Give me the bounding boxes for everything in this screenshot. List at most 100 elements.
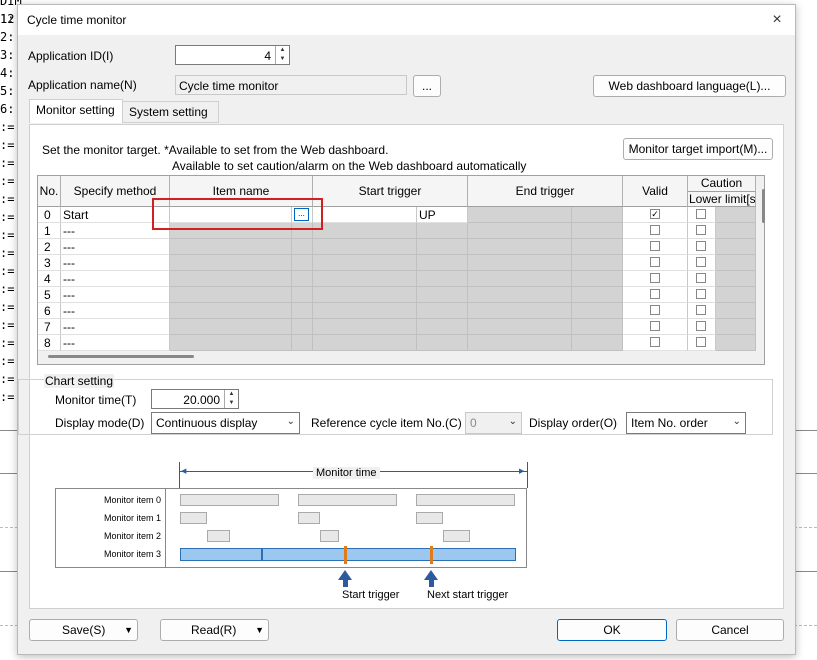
caution-checkbox[interactable]	[696, 321, 706, 331]
row-start-trigger-type[interactable]	[417, 223, 468, 239]
row-end-trigger[interactable]	[468, 335, 572, 351]
row-end-trigger[interactable]	[468, 255, 572, 271]
row-valid[interactable]	[623, 223, 688, 239]
row-caution[interactable]	[688, 207, 716, 223]
valid-checkbox[interactable]	[650, 273, 660, 283]
monitor-target-import-button[interactable]: Monitor target import(M)...	[623, 138, 773, 160]
row-start-trigger[interactable]	[313, 319, 417, 335]
close-icon[interactable]: ×	[767, 10, 787, 30]
horizontal-scrollbar[interactable]	[48, 355, 194, 358]
row-start-trigger[interactable]	[313, 223, 417, 239]
row-specify-method[interactable]: ---	[61, 287, 170, 303]
row-item-name-browse[interactable]	[292, 287, 313, 303]
caution-checkbox[interactable]	[696, 305, 706, 315]
row-specify-method[interactable]: ---	[61, 319, 170, 335]
row-valid[interactable]	[623, 239, 688, 255]
row-item-name-browse[interactable]	[292, 271, 313, 287]
row-lower-limit[interactable]	[716, 303, 756, 319]
row-item-name[interactable]	[170, 255, 292, 271]
row-item-name-browse[interactable]	[292, 335, 313, 351]
row-end-trigger[interactable]	[572, 303, 623, 319]
valid-checkbox[interactable]	[650, 337, 660, 347]
row-end-trigger[interactable]	[572, 287, 623, 303]
row-specify-method[interactable]: ---	[61, 271, 170, 287]
row-end-trigger[interactable]	[468, 223, 572, 239]
app-name-browse-button[interactable]: ...	[413, 75, 441, 97]
valid-checkbox[interactable]	[650, 225, 660, 235]
row-start-trigger-type[interactable]: UP	[417, 207, 468, 223]
row-end-trigger[interactable]	[572, 239, 623, 255]
row-caution[interactable]	[688, 255, 716, 271]
row-no[interactable]: 5	[38, 287, 61, 303]
dropdown-arrow-icon[interactable]: ▼	[124, 620, 133, 640]
row-no[interactable]: 7	[38, 319, 61, 335]
row-lower-limit[interactable]	[716, 255, 756, 271]
valid-checkbox[interactable]: ✓	[650, 209, 660, 219]
tab-monitor-setting[interactable]: Monitor setting	[29, 99, 123, 123]
row-valid[interactable]	[623, 335, 688, 351]
save-button[interactable]: Save(S) ▼	[29, 619, 138, 641]
row-start-trigger[interactable]	[313, 271, 417, 287]
row-specify-method[interactable]: ---	[61, 303, 170, 319]
row-end-trigger[interactable]	[468, 239, 572, 255]
caution-checkbox[interactable]	[696, 289, 706, 299]
row-lower-limit[interactable]	[716, 287, 756, 303]
row-start-trigger[interactable]	[313, 239, 417, 255]
row-end-trigger[interactable]	[572, 223, 623, 239]
row-start-trigger[interactable]	[313, 303, 417, 319]
valid-checkbox[interactable]	[650, 241, 660, 251]
dropdown-arrow-icon[interactable]: ▼	[255, 620, 264, 640]
row-end-trigger[interactable]	[572, 319, 623, 335]
spin-down-icon[interactable]: ▼	[276, 55, 289, 64]
row-lower-limit[interactable]	[716, 207, 756, 223]
row-item-name[interactable]	[170, 239, 292, 255]
row-start-trigger-type[interactable]	[417, 319, 468, 335]
row-start-trigger-type[interactable]	[417, 287, 468, 303]
row-lower-limit[interactable]	[716, 271, 756, 287]
row-lower-limit[interactable]	[716, 335, 756, 351]
row-start-trigger-type[interactable]	[417, 255, 468, 271]
row-no[interactable]: 0	[38, 207, 61, 223]
spin-up-icon[interactable]: ▲	[276, 46, 289, 55]
vertical-scrollbar[interactable]	[762, 189, 765, 223]
row-start-trigger[interactable]	[313, 255, 417, 271]
row-no[interactable]: 1	[38, 223, 61, 239]
web-dashboard-language-button[interactable]: Web dashboard language(L)...	[593, 75, 786, 97]
row-lower-limit[interactable]	[716, 239, 756, 255]
row-no[interactable]: 2	[38, 239, 61, 255]
valid-checkbox[interactable]	[650, 289, 660, 299]
row-end-trigger[interactable]	[468, 319, 572, 335]
row-start-trigger[interactable]	[313, 287, 417, 303]
row-valid[interactable]	[623, 303, 688, 319]
row-no[interactable]: 8	[38, 335, 61, 351]
caution-checkbox[interactable]	[696, 257, 706, 267]
row-end-trigger[interactable]	[468, 303, 572, 319]
row-valid[interactable]	[623, 271, 688, 287]
row-caution[interactable]	[688, 287, 716, 303]
caution-checkbox[interactable]	[696, 273, 706, 283]
row-item-name[interactable]	[170, 335, 292, 351]
row-lower-limit[interactable]	[716, 223, 756, 239]
row-item-name[interactable]	[170, 319, 292, 335]
row-no[interactable]: 6	[38, 303, 61, 319]
caution-checkbox[interactable]	[696, 225, 706, 235]
caution-checkbox[interactable]	[696, 241, 706, 251]
row-end-trigger[interactable]	[572, 271, 623, 287]
row-start-trigger-type[interactable]	[417, 335, 468, 351]
tab-system-setting[interactable]: System setting	[122, 101, 219, 123]
row-start-trigger[interactable]	[313, 207, 417, 223]
row-no[interactable]: 4	[38, 271, 61, 287]
valid-checkbox[interactable]	[650, 305, 660, 315]
row-valid[interactable]	[623, 287, 688, 303]
app-id-spinner[interactable]: 4 ▲ ▼	[175, 45, 290, 65]
read-button[interactable]: Read(R) ▼	[160, 619, 269, 641]
row-item-name[interactable]	[170, 287, 292, 303]
row-end-trigger[interactable]	[468, 271, 572, 287]
row-no[interactable]: 3	[38, 255, 61, 271]
row-valid[interactable]	[623, 255, 688, 271]
row-caution[interactable]	[688, 303, 716, 319]
row-start-trigger-type[interactable]	[417, 271, 468, 287]
row-caution[interactable]	[688, 319, 716, 335]
caution-checkbox[interactable]	[696, 209, 706, 219]
row-end-trigger[interactable]	[468, 287, 572, 303]
